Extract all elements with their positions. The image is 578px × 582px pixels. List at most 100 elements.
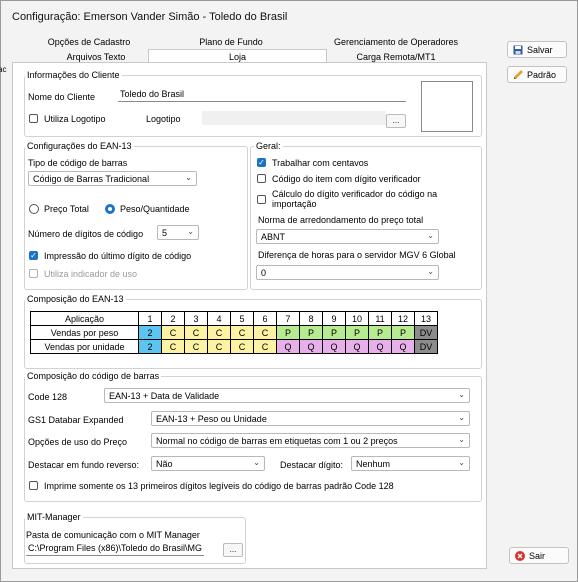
print-last-digit-label: Impressão do último dígito de código <box>44 251 192 261</box>
price-options-value: Normal no código de barras em etiquetas … <box>156 436 398 446</box>
check-digit-label: Código do item com dígito verificador <box>272 174 421 184</box>
table-cell: P <box>345 325 369 340</box>
client-info-group <box>24 75 482 137</box>
table-cell: P <box>276 325 300 340</box>
gs1-label: GS1 Databar Expanded <box>28 415 124 425</box>
chevron-down-icon: ⌄ <box>427 267 434 276</box>
client-info-title: Informações do Cliente <box>25 70 122 80</box>
table-cell: 2 <box>138 325 162 340</box>
ean13-composition-title: Composição do EAN-13 <box>25 294 126 304</box>
table-header-cell: 8 <box>299 311 323 326</box>
table-cell: DV <box>414 339 438 354</box>
mit-manager-title: MIT-Manager <box>25 512 83 522</box>
table-header-cell: 12 <box>391 311 415 326</box>
table-row: Vendas por unidade 2 C C C C C Q Q Q Q Q… <box>30 339 438 354</box>
reverse-highlight-label: Destacar em fundo reverso: <box>28 460 140 470</box>
ean13-config-title: Configurações do EAN-13 <box>25 141 134 151</box>
gs1-value: EAN-13 + Peso ou Unidade <box>156 414 267 424</box>
chevron-down-icon: ⌄ <box>253 458 260 467</box>
client-name-input[interactable]: Toledo do Brasil <box>118 89 406 102</box>
hours-select[interactable]: 0 ⌄ <box>256 265 439 280</box>
use-indicator-checkbox[interactable] <box>29 269 38 278</box>
tab-carga-remota[interactable]: Carga Remota/MT1 <box>341 52 451 62</box>
use-indicator-label: Utiliza indicador de uso <box>44 269 138 279</box>
reverse-highlight-select[interactable]: Não ⌄ <box>151 456 265 471</box>
save-button[interactable]: Salvar <box>507 41 567 58</box>
use-logo-checkbox[interactable] <box>29 114 38 123</box>
table-cell: C <box>161 339 185 354</box>
window-title: Configuração: Emerson Vander Simão - Tol… <box>12 11 288 23</box>
pencil-icon <box>514 70 523 79</box>
table-cell: Q <box>345 339 369 354</box>
cents-checkbox[interactable]: ✓ <box>257 158 266 167</box>
table-cell: Q <box>368 339 392 354</box>
tab-plano-fundo[interactable]: Plano de Fundo <box>181 37 281 47</box>
table-cell: P <box>299 325 323 340</box>
check-digit-checkbox[interactable] <box>257 174 266 183</box>
save-icon <box>513 45 523 55</box>
table-header-cell: 2 <box>161 311 185 326</box>
tab-arquivos-texto[interactable]: Arquivos Texto <box>56 52 136 62</box>
code128-value: EAN-13 + Data de Validade <box>109 391 220 401</box>
default-button[interactable]: Padrão <box>507 66 567 83</box>
table-cell: C <box>184 339 208 354</box>
table-header-row: Aplicação 1 2 3 4 5 6 7 8 9 10 11 12 13 <box>30 311 438 326</box>
table-row: Vendas por peso 2 C C C C C P P P P P P … <box>30 325 438 340</box>
barcode-type-value: Código de Barras Tradicional <box>33 174 150 184</box>
table-cell: C <box>230 325 254 340</box>
print13-checkbox[interactable] <box>29 481 38 490</box>
table-cell: P <box>391 325 415 340</box>
digits-select[interactable]: 5 ⌄ <box>157 225 199 240</box>
table-header-cell: 7 <box>276 311 300 326</box>
barcode-composition-title: Composição do código de barras <box>25 371 162 381</box>
mit-folder-label: Pasta de comunicação com o MIT Manager <box>26 530 200 540</box>
use-logo-label: Utiliza Logotipo <box>44 114 106 124</box>
price-options-select[interactable]: Normal no código de barras em etiquetas … <box>151 433 470 448</box>
table-header-cell: 10 <box>345 311 369 326</box>
import-calc-label: Cálculo do dígito verificador do código … <box>272 189 438 209</box>
radio-peso-quantidade[interactable] <box>105 204 115 214</box>
radio-peso-quantidade-label: Peso/Quantidade <box>120 204 190 214</box>
logo-preview <box>421 81 473 132</box>
table-cell: C <box>184 325 208 340</box>
save-label: Salvar <box>527 45 553 55</box>
tab-loja-label: Loja <box>228 52 246 62</box>
client-name-label: Nome do Cliente <box>28 92 96 102</box>
exit-label: Sair <box>529 551 546 561</box>
chevron-down-icon: ⌄ <box>187 227 194 236</box>
configuration-window: Configuração: Emerson Vander Simão - Tol… <box>0 0 578 582</box>
import-calc-checkbox[interactable] <box>257 195 266 204</box>
radio-preco-total[interactable] <box>29 204 39 214</box>
table-header-cell: 4 <box>207 311 231 326</box>
mit-folder-input[interactable]: C:\Program Files (x86)\Toledo do Brasil\… <box>26 543 204 556</box>
highlight-digit-select[interactable]: Nenhum ⌄ <box>351 456 470 471</box>
exit-button[interactable]: Sair <box>509 547 569 564</box>
rounding-label: Norma de arredondamento do preço total <box>258 215 424 225</box>
mit-browse-button[interactable]: ... <box>223 543 243 557</box>
tab-opcoes-cadastro[interactable]: Opções de Cadastro <box>29 37 149 47</box>
chevron-down-icon: ⌄ <box>458 390 465 399</box>
price-options-label: Opções de uso do Preço <box>28 437 128 447</box>
table-cell: Q <box>299 339 323 354</box>
stray-text: ac <box>0 65 7 74</box>
table-cell: C <box>253 339 277 354</box>
chevron-down-icon: ⌄ <box>185 173 192 182</box>
cents-label: Trabalhar com centavos <box>272 158 369 168</box>
rounding-value: ABNT <box>261 232 286 242</box>
highlight-digit-value: Nenhum <box>356 459 391 469</box>
table-cell: C <box>161 325 185 340</box>
row-label: Vendas por unidade <box>30 339 139 354</box>
radio-preco-total-label: Preço Total <box>44 204 89 214</box>
logo-browse-button[interactable]: ... <box>386 114 406 128</box>
code128-select[interactable]: EAN-13 + Data de Validade ⌄ <box>104 388 470 403</box>
gs1-select[interactable]: EAN-13 + Peso ou Unidade ⌄ <box>151 411 470 426</box>
table-header-cell: 1 <box>138 311 162 326</box>
table-cell: C <box>207 339 231 354</box>
chevron-down-icon: ⌄ <box>458 413 465 422</box>
tab-gerenciamento-operadores[interactable]: Gerenciamento de Operadores <box>321 37 471 47</box>
table-cell: C <box>207 325 231 340</box>
rounding-select[interactable]: ABNT ⌄ <box>256 229 439 244</box>
barcode-type-select[interactable]: Código de Barras Tradicional ⌄ <box>28 171 197 186</box>
chevron-down-icon: ⌄ <box>458 458 465 467</box>
print-last-digit-checkbox[interactable]: ✓ <box>29 251 38 260</box>
